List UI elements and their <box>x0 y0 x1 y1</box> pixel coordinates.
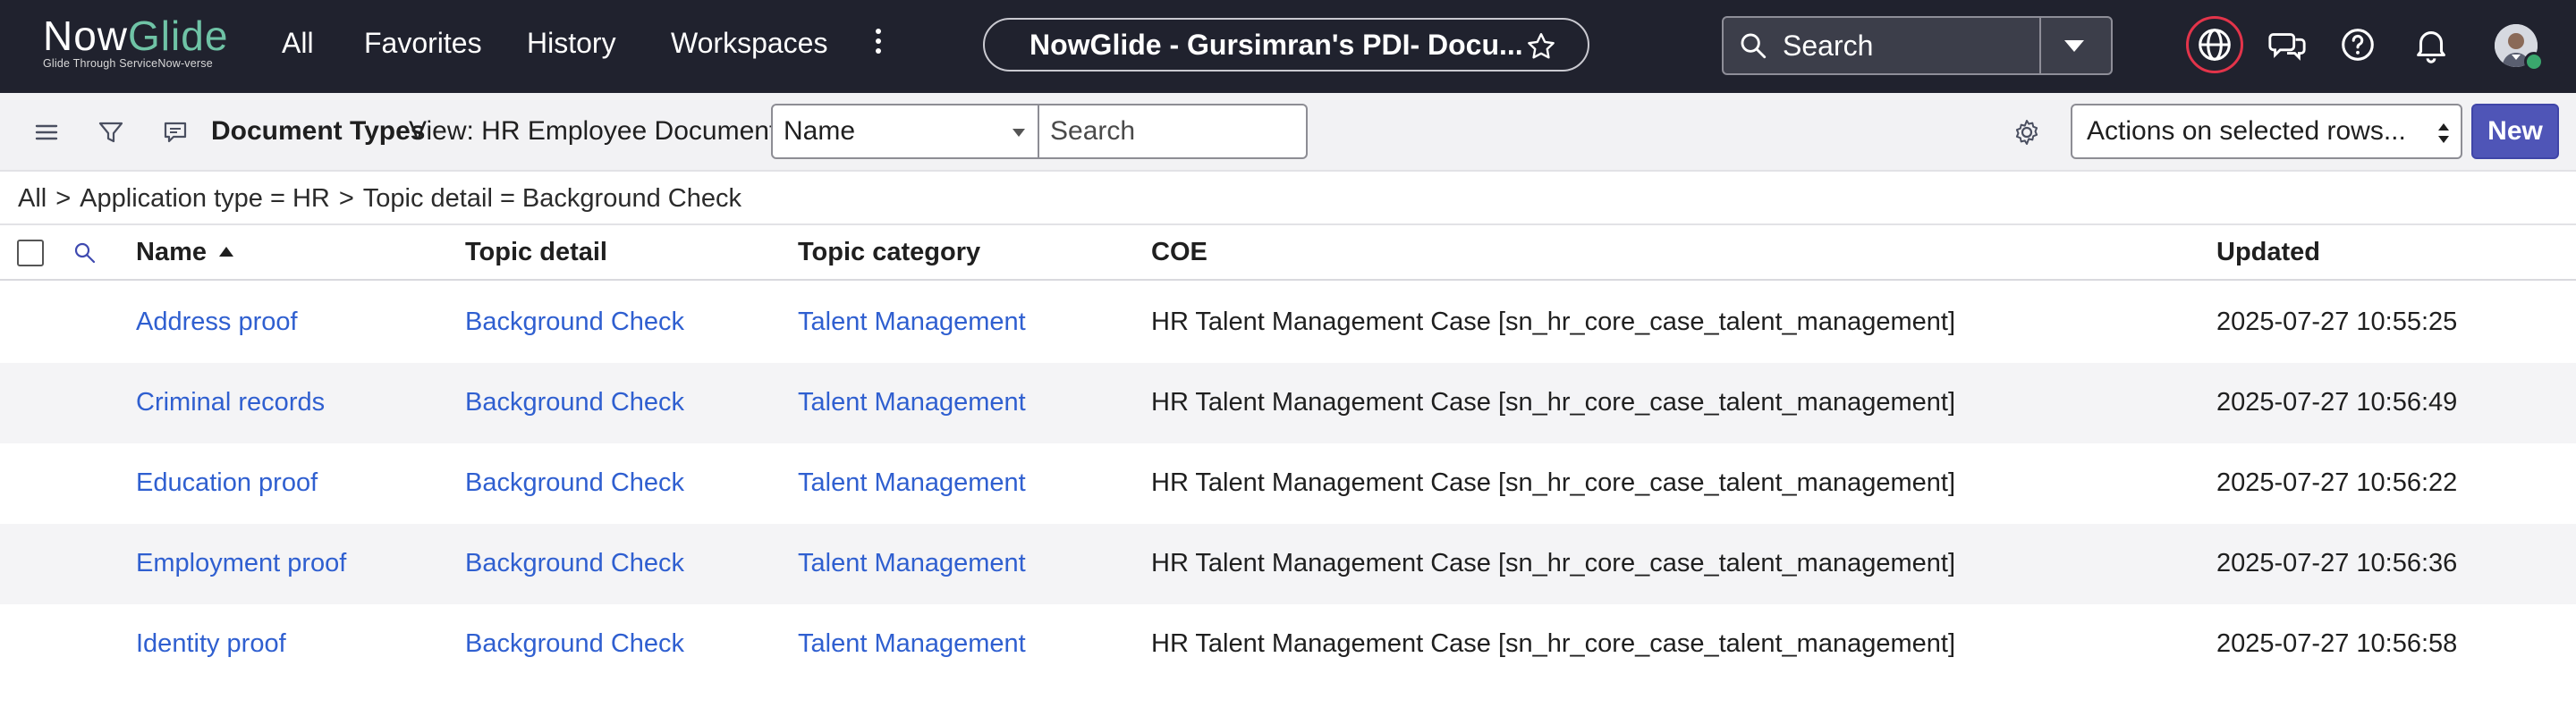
filter-icon[interactable] <box>93 114 129 150</box>
cell-topic-category[interactable]: Talent Management <box>798 549 1026 578</box>
table-row: Address proof Background Check Talent Ma… <box>0 282 2576 363</box>
global-search[interactable]: Search <box>1722 16 2113 75</box>
cell-updated: 2025-07-27 10:56:36 <box>2216 549 2458 577</box>
column-header-topic-detail[interactable]: Topic detail <box>465 238 607 267</box>
breadcrumb: All > Application type = HR > Topic detail =… <box>18 184 741 220</box>
breadcrumb-all[interactable]: All <box>18 184 47 213</box>
record-title-pill[interactable]: NowGlide - Gursimran's PDI- Docu... <box>983 18 1589 72</box>
table-row: Identity proof Background Check Talent M… <box>0 604 2576 685</box>
help-icon[interactable] <box>2337 24 2378 65</box>
global-search-placeholder: Search <box>1783 30 1874 62</box>
gear-icon[interactable] <box>2009 114 2045 150</box>
search-icon[interactable] <box>72 240 98 266</box>
column-header-updated[interactable]: Updated <box>2216 238 2320 267</box>
actions-select-value: Actions on selected rows... <box>2087 116 2406 146</box>
breadcrumb-separator: > <box>55 184 72 213</box>
table-row: Employment proof Background Check Talent… <box>0 524 2576 604</box>
cell-topic-category[interactable]: Talent Management <box>798 388 1026 417</box>
breadcrumb-application-type[interactable]: Application type = HR <box>80 184 330 213</box>
record-title: NowGlide - Gursimran's PDI- Docu... <box>1030 29 1523 61</box>
logo-tagline: Glide Through ServiceNow-verse <box>43 57 213 70</box>
search-scope-dropdown[interactable] <box>2039 18 2111 73</box>
search-field-select[interactable]: Name <box>771 104 1039 159</box>
actions-on-selected-rows-select[interactable]: Actions on selected rows... <box>2071 104 2462 159</box>
select-arrows-icon <box>2438 123 2449 143</box>
table-header: Name Topic detail Topic category COE Upd… <box>0 225 2576 281</box>
cell-topic-detail[interactable]: Background Check <box>465 468 684 498</box>
cell-name[interactable]: Criminal records <box>136 388 325 417</box>
online-status-indicator <box>2524 52 2544 72</box>
cell-coe: HR Talent Management Case [sn_hr_core_ca… <box>1151 549 1955 577</box>
hamburger-menu-icon[interactable] <box>29 114 64 150</box>
chevron-down-icon <box>1013 129 1025 137</box>
cell-topic-detail[interactable]: Background Check <box>465 388 684 417</box>
list-search-placeholder: Search <box>1050 116 1136 146</box>
logo-wordmark: NowGlide <box>43 13 229 59</box>
cell-name[interactable]: Employment proof <box>136 549 346 578</box>
breadcrumb-topic-detail[interactable]: Topic detail = Background Check <box>363 184 741 213</box>
list-title[interactable]: Document Types <box>211 116 426 147</box>
cell-coe: HR Talent Management Case [sn_hr_core_ca… <box>1151 388 1955 417</box>
cell-topic-category[interactable]: Talent Management <box>798 468 1026 498</box>
cell-topic-detail[interactable]: Background Check <box>465 629 684 659</box>
star-icon[interactable] <box>1525 30 1557 63</box>
top-navigation-bar: NowGlide Glide Through ServiceNow-verse … <box>0 0 2576 93</box>
column-header-coe[interactable]: COE <box>1151 238 1208 267</box>
chat-icon[interactable] <box>2267 24 2308 65</box>
cell-updated: 2025-07-27 10:56:22 <box>2216 468 2458 497</box>
sort-arrow-icon <box>219 247 233 257</box>
nav-item-favorites[interactable]: Favorites <box>364 27 482 60</box>
kebab-menu-icon[interactable] <box>873 29 884 61</box>
table-row: Education proof Background Check Talent … <box>0 443 2576 524</box>
cell-topic-category[interactable]: Talent Management <box>798 629 1026 659</box>
nav-item-history[interactable]: History <box>527 27 616 60</box>
cell-updated: 2025-07-27 10:56:58 <box>2216 629 2458 658</box>
select-all-checkbox[interactable] <box>17 240 44 266</box>
cell-topic-detail[interactable]: Background Check <box>465 549 684 578</box>
cell-name[interactable]: Education proof <box>136 468 318 498</box>
chevron-down-icon <box>2064 40 2084 52</box>
search-icon <box>1741 33 1767 59</box>
cell-coe: HR Talent Management Case [sn_hr_core_ca… <box>1151 308 1955 336</box>
column-header-name[interactable]: Name <box>136 238 233 267</box>
comment-icon[interactable] <box>157 114 193 150</box>
cell-topic-detail[interactable]: Background Check <box>465 308 684 337</box>
breadcrumb-separator: > <box>338 184 354 213</box>
cell-coe: HR Talent Management Case [sn_hr_core_ca… <box>1151 468 1955 497</box>
app-logo[interactable]: NowGlide Glide Through ServiceNow-verse <box>43 14 228 70</box>
cell-name[interactable]: Address proof <box>136 308 298 337</box>
nav-item-all[interactable]: All <box>282 27 314 60</box>
view-label: View: HR Employee Documents <box>409 116 791 146</box>
table-row: Criminal records Background Check Talent… <box>0 363 2576 443</box>
column-header-topic-category[interactable]: Topic category <box>798 238 980 267</box>
cell-updated: 2025-07-27 10:56:49 <box>2216 388 2458 417</box>
new-button[interactable]: New <box>2471 104 2559 159</box>
list-search-input[interactable]: Search <box>1039 104 1308 159</box>
nav-item-workspaces[interactable]: Workspaces <box>671 27 827 60</box>
globe-icon[interactable] <box>2194 24 2235 65</box>
cell-updated: 2025-07-27 10:55:25 <box>2216 308 2458 336</box>
cell-topic-category[interactable]: Talent Management <box>798 308 1026 337</box>
search-field-value: Name <box>784 116 856 146</box>
bell-icon[interactable] <box>2411 24 2452 65</box>
cell-name[interactable]: Identity proof <box>136 629 286 659</box>
cell-coe: HR Talent Management Case [sn_hr_core_ca… <box>1151 629 1955 658</box>
